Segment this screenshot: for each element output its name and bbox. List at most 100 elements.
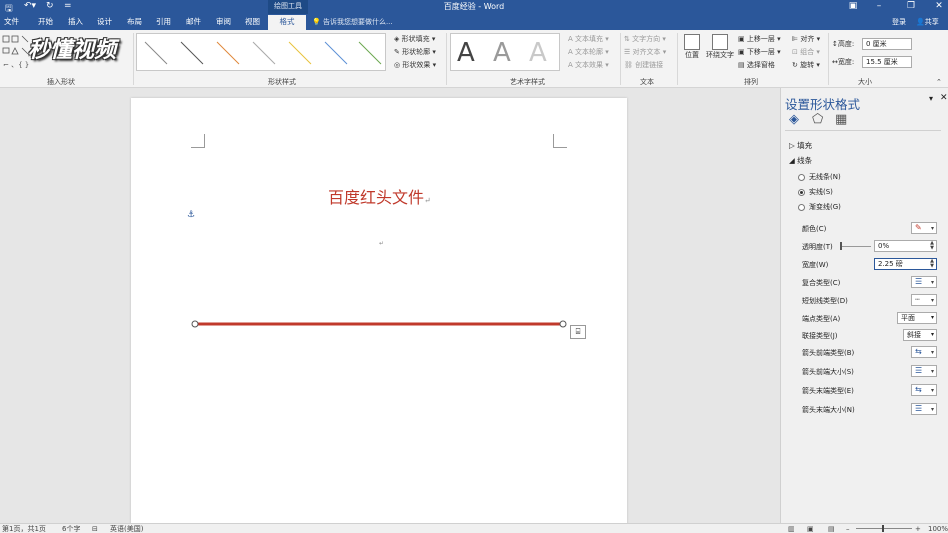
pane-close-icon[interactable]: ✕ [940, 93, 948, 103]
send-backward-button[interactable]: ▣ 下移一层 ▾ [738, 47, 781, 57]
document-heading[interactable]: 百度红头文件↵ [328, 184, 431, 208]
layout-properties-tab-icon[interactable]: ▦ [835, 112, 847, 127]
share-button[interactable]: 👤共享 [916, 17, 939, 27]
shape-styles-gallery[interactable] [136, 33, 386, 71]
solid-line-radio[interactable] [798, 189, 805, 196]
shape-fill-button[interactable]: ◈ 形状填充 ▾ [394, 34, 435, 44]
no-line-radio[interactable] [798, 174, 805, 181]
transparency-slider[interactable] [841, 246, 871, 247]
send-backward-icon: ▣ [738, 48, 745, 56]
cap-type-dropdown[interactable]: 平面 ▾ [897, 312, 937, 324]
shape-effects-button[interactable]: ◎ 形状效果 ▾ [394, 60, 436, 70]
spinner-arrows-icon[interactable]: ▲ ▼ [930, 241, 934, 251]
wrap-text-button[interactable]: 环绕文字 [704, 34, 736, 60]
selected-line-shape[interactable] [189, 316, 569, 336]
tab-references[interactable]: 引用 [156, 16, 171, 28]
wordart-styles-gallery[interactable]: A A A [450, 33, 560, 71]
tab-review[interactable]: 审阅 [216, 16, 231, 28]
zoom-in-icon[interactable]: + [915, 524, 921, 533]
dash-type-dropdown[interactable]: ┅ ▾ [911, 294, 937, 306]
wordart-style-gray[interactable]: A [493, 38, 511, 68]
zoom-slider-handle[interactable] [882, 525, 884, 532]
text-effects-button[interactable]: A 文本效果 ▾ [568, 60, 609, 70]
spinner-arrows-icon[interactable]: ▲ ▼ [930, 259, 934, 269]
zoom-out-icon[interactable]: – [846, 524, 850, 533]
word-count[interactable]: 6个字 [62, 524, 80, 533]
line-width-input[interactable]: 2.25 磅 ▲ ▼ [874, 258, 937, 270]
close-icon[interactable]: ✕ [930, 0, 948, 14]
join-type-dropdown[interactable]: 斜接 ▾ [903, 329, 937, 341]
tab-file[interactable]: 文件 [4, 16, 19, 28]
bring-forward-button[interactable]: ▣ 上移一层 ▾ [738, 34, 781, 44]
read-mode-icon[interactable]: ▥ [788, 524, 795, 533]
compound-type-label: 复合类型(C) [802, 279, 841, 287]
arrow-type-icon: ⇆ [915, 347, 922, 356]
begin-arrow-size-dropdown[interactable]: ☰ ▾ [911, 365, 937, 377]
end-arrow-type-dropdown[interactable]: ⇆ ▾ [911, 384, 937, 396]
selection-pane-button[interactable]: ▤ 选择窗格 [738, 60, 775, 70]
tell-me-search[interactable]: 💡 告诉我您想要做什么... [312, 17, 393, 27]
line-section-label: 线条 [797, 156, 813, 165]
collapse-ribbon-icon[interactable]: ⌃ [936, 78, 942, 86]
page-count[interactable]: 第1页，共1页 [2, 524, 46, 533]
print-layout-icon[interactable]: ▣ [807, 524, 814, 533]
group-divider [828, 33, 829, 85]
proofing-icon[interactable]: ⊟ [92, 524, 98, 533]
tab-format[interactable]: 格式 [268, 15, 306, 30]
shape-outline-button[interactable]: ✎ 形状轮廓 ▾ [394, 47, 436, 57]
wordart-style-light[interactable]: A [529, 38, 547, 68]
line-color-dropdown[interactable]: ✎ ▾ [911, 222, 937, 234]
tab-view[interactable]: 视图 [245, 16, 260, 28]
rotate-button[interactable]: ↻ 旋转 ▾ [792, 60, 820, 70]
layout-options-icon[interactable]: ⌸ [570, 325, 586, 339]
height-input[interactable]: 0 厘米 [862, 38, 912, 50]
align-label: 对齐 [800, 35, 815, 43]
create-link-label: 创建链接 [635, 61, 664, 69]
line-section-header[interactable]: ◢ 线条 [789, 155, 812, 166]
margin-corner-mark [553, 134, 567, 148]
document-page[interactable]: 百度红头文件↵ ⚓ ↵ ⌸ [131, 98, 627, 528]
chevron-down-icon: ▾ [930, 314, 934, 321]
begin-arrow-type-dropdown[interactable]: ⇆ ▾ [911, 346, 937, 358]
effects-tab-icon[interactable]: ⬠ [812, 112, 823, 127]
gradient-line-label: 渐变线(G) [809, 203, 841, 211]
pane-options-icon[interactable]: ▾ [929, 94, 933, 103]
text-direction-button[interactable]: ⇅ 文字方向 ▾ [624, 34, 666, 44]
position-button[interactable]: 位置 [682, 34, 702, 60]
web-layout-icon[interactable]: ▤ [828, 524, 835, 533]
svg-text:⌐ 、{ }: ⌐ 、{ } [3, 61, 29, 69]
fill-section-header[interactable]: ▷ 填充 [789, 140, 812, 151]
chevron-down-icon: ▾ [930, 349, 934, 356]
gradient-line-radio[interactable] [798, 204, 805, 211]
tab-mailings[interactable]: 邮件 [186, 16, 201, 28]
end-arrow-size-label: 箭头末端大小(N) [802, 406, 855, 414]
ribbon-display-options-icon[interactable]: ▣ [844, 0, 862, 14]
transparency-input[interactable]: 0% ▲ ▼ [874, 240, 937, 252]
tab-home[interactable]: 开始 [38, 16, 53, 28]
align-icon: ⊫ [792, 35, 799, 43]
fill-line-tab-icon[interactable]: ◈ [789, 112, 799, 127]
language-indicator[interactable]: 英语(美国) [110, 524, 143, 533]
zoom-level[interactable]: 100% [928, 524, 948, 533]
tab-design[interactable]: 设计 [97, 16, 112, 28]
text-outline-button[interactable]: A 文本轮廓 ▾ [568, 47, 609, 57]
compound-type-dropdown[interactable]: ☰ ▾ [911, 276, 937, 288]
wordart-style-dark[interactable]: A [457, 38, 475, 68]
align-button[interactable]: ⊫ 对齐 ▾ [792, 34, 820, 44]
create-link-button[interactable]: ⛓ 创建链接 [624, 60, 663, 70]
text-fill-button[interactable]: A 文本填充 ▾ [568, 34, 609, 44]
pane-divider [785, 130, 941, 131]
transparency-slider-handle[interactable] [840, 242, 842, 250]
group-button[interactable]: ⊡ 组合 ▾ [792, 47, 820, 57]
end-arrow-size-dropdown[interactable]: ☰ ▾ [911, 403, 937, 415]
zoom-slider[interactable] [856, 528, 912, 529]
minimize-icon[interactable]: – [870, 0, 888, 14]
person-icon: 👤 [916, 18, 925, 26]
restore-icon[interactable]: ❐ [902, 0, 920, 14]
tab-layout[interactable]: 布局 [127, 16, 142, 28]
width-input[interactable]: 15.5 厘米 [862, 56, 912, 68]
line-end-handle [559, 320, 567, 328]
align-text-button[interactable]: ☰ 对齐文本 ▾ [624, 47, 666, 57]
login-link[interactable]: 登录 [892, 17, 906, 27]
tab-insert[interactable]: 插入 [68, 16, 83, 28]
